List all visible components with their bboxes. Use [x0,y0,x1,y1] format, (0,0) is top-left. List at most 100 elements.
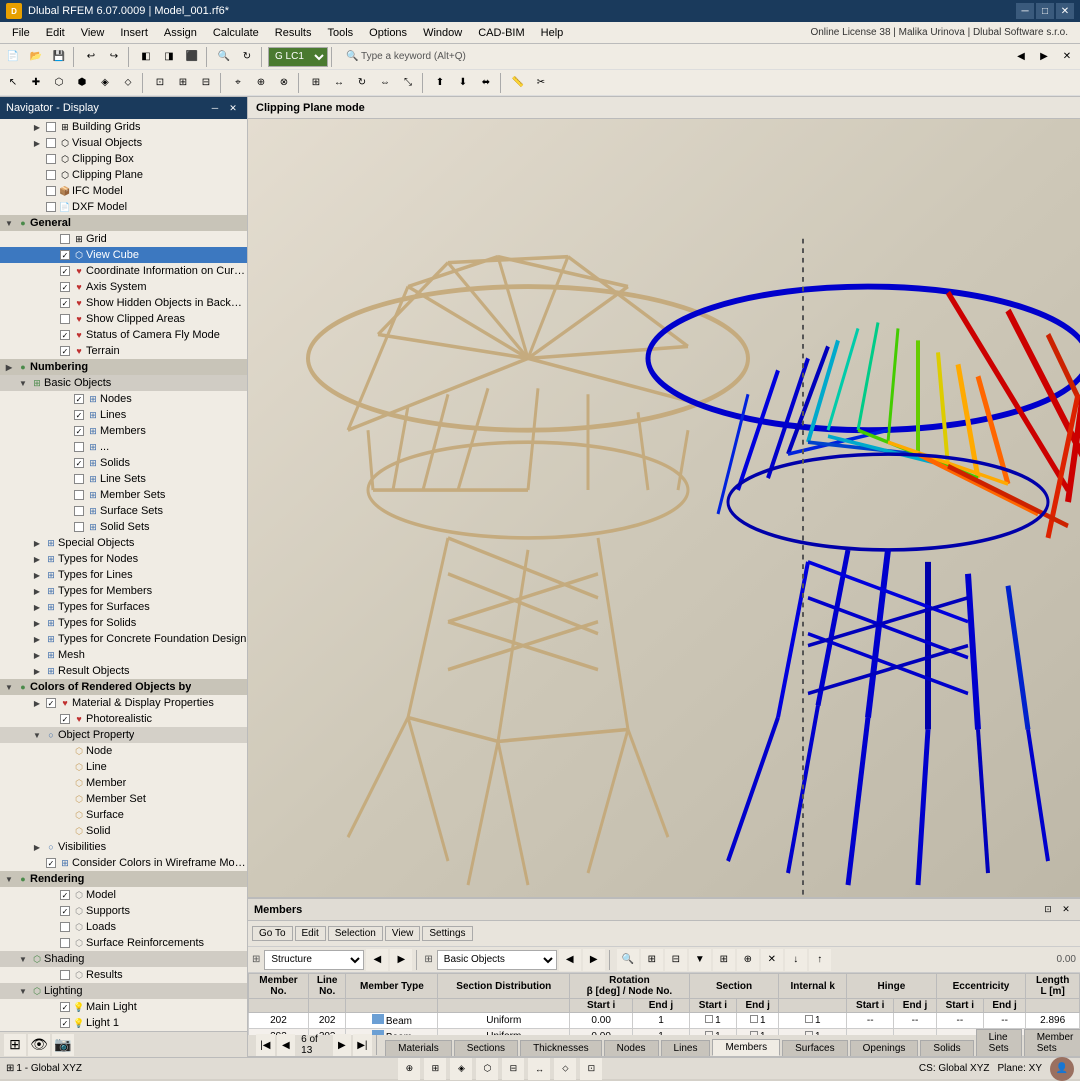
nav-section-colors[interactable]: ▼ ● Colors of Rendered Objects by [0,679,247,695]
tb-select-all[interactable]: ⊞ [641,949,663,971]
check-results-shading[interactable] [58,969,72,981]
status-snap-5[interactable]: ⊟ [502,1058,524,1080]
tb2-3[interactable]: ⬡ [48,72,70,94]
save-btn[interactable]: 💾 [48,46,70,68]
tab-thicknesses[interactable]: Thicknesses [520,1040,602,1056]
check-clipped-areas[interactable] [58,313,72,325]
3d-visualization[interactable] [248,119,1080,897]
check-camera-fly[interactable] [58,329,72,341]
nav-item-material-display[interactable]: ▶ ♥ Material & Display Properties [0,695,247,711]
check-loads[interactable] [58,921,72,933]
tb2-weld[interactable]: ⬇ [452,72,474,94]
tb2-1[interactable]: ↖ [2,72,24,94]
check-consider-colors[interactable] [44,857,58,869]
rotate-btn[interactable]: ↻ [236,46,258,68]
nav-section-general[interactable]: ▼ ● General [0,215,247,231]
tab-surfaces[interactable]: Surfaces [782,1040,847,1056]
status-snap-2[interactable]: ⊞ [424,1058,446,1080]
nav-item-line-sets[interactable]: ⊞ Line Sets [0,471,247,487]
undo-btn[interactable]: ↩ [80,46,102,68]
check-view-cube[interactable] [58,249,72,261]
filter-next[interactable]: ▶ [390,949,412,971]
nav-section-object-property[interactable]: ▼ ○ Object Property [0,727,247,743]
tb2-scale[interactable]: ⤡ [397,72,419,94]
tab-nodes[interactable]: Nodes [604,1040,659,1056]
tab-line-sets[interactable]: Line Sets [976,1029,1022,1056]
table-first[interactable]: |◀ [256,1034,275,1056]
nav-item-members[interactable]: ⊞ Members [0,423,247,439]
nav-item-types-members[interactable]: ▶ ⊞ Types for Members [0,583,247,599]
check-line-sets[interactable] [72,473,86,485]
check-visual-objects[interactable] [44,137,58,149]
check-surfaces[interactable] [72,441,86,453]
tb2-mirror[interactable]: ⇔ [374,72,396,94]
navigator-close[interactable]: ✕ [225,100,241,116]
nav-item-lines[interactable]: ⊞ Lines [0,407,247,423]
nav-item-types-concrete[interactable]: ▶ ⊞ Types for Concrete Foundation Design [0,631,247,647]
nav-item-visibilities[interactable]: ▶ ○ Visibilities [0,839,247,855]
menu-window[interactable]: Window [415,25,470,41]
check-member-sets[interactable] [72,489,86,501]
nav-section-basic-objects[interactable]: ▼ ⊞ Basic Objects [0,375,247,391]
tb2-copy[interactable]: ⊞ [305,72,327,94]
check-supports[interactable] [58,905,72,917]
nav-item-building-grids[interactable]: ▶ ⊞ Building Grids [0,119,247,135]
tb-copy[interactable]: ⊞ [713,949,735,971]
tb2-6[interactable]: ⬦ [117,72,139,94]
nav-item-axis-system[interactable]: ♥ Axis System [0,279,247,295]
nav-item-clipping-plane[interactable]: ⬡ Clipping Plane [0,167,247,183]
menu-view[interactable]: View [73,25,113,41]
lc-combo[interactable]: G LC1 [268,47,328,67]
nav-btn-2[interactable]: 👁 [28,1034,50,1056]
nav-item-member-sets[interactable]: ⊞ Member Sets [0,487,247,503]
navigator-minimize[interactable]: ─ [207,100,223,116]
nav-item-member[interactable]: ⬡ Member [0,775,247,791]
nav-item-grid[interactable]: ⊞ Grid [0,231,247,247]
nav-item-solid[interactable]: ⬡ Solid [0,823,247,839]
nav-item-camera-fly[interactable]: ♥ Status of Camera Fly Mode [0,327,247,343]
check-surface-reinforcements[interactable] [58,937,72,949]
zoom-btn[interactable]: 🔍 [213,46,235,68]
nav-item-consider-colors[interactable]: ⊞ Consider Colors in Wireframe Model [0,855,247,871]
view-btn-2[interactable]: ◨ [158,46,180,68]
nav-item-surface-sets[interactable]: ⊞ Surface Sets [0,503,247,519]
check-photorealistic[interactable] [58,713,72,725]
view-btn-1[interactable]: ◧ [135,46,157,68]
nav-item-result-objects[interactable]: ▶ ⊞ Result Objects [0,663,247,679]
status-snap-1[interactable]: ⊕ [398,1058,420,1080]
extra-btn-3[interactable]: ✕ [1056,46,1078,68]
nav-item-results-shading[interactable]: ⬡ Results [0,967,247,983]
tab-openings[interactable]: Openings [850,1040,919,1056]
tb2-10[interactable]: ⌖ [227,72,249,94]
redo-btn[interactable]: ↪ [103,46,125,68]
minimize-button[interactable]: ─ [1016,3,1034,19]
nav-item-mesh[interactable]: ▶ ⊞ Mesh [0,647,247,663]
check-building-grids[interactable] [44,121,58,133]
nav-item-types-surfaces[interactable]: ▶ ⊞ Types for Surfaces [0,599,247,615]
check-material-display[interactable] [44,697,58,709]
tb2-move[interactable]: ↔ [328,72,350,94]
tb-clear[interactable]: ⊟ [665,949,687,971]
menu-options[interactable]: Options [361,25,415,41]
check-surface-sets[interactable] [72,505,86,517]
tb-delete[interactable]: ✕ [761,949,783,971]
tab-members[interactable]: Members [712,1039,780,1056]
obj-filter-next[interactable]: ▶ [583,949,605,971]
edit-button[interactable]: Edit [295,926,326,941]
nav-section-rendering[interactable]: ▼ ● Rendering [0,871,247,887]
nav-item-ifc-model[interactable]: 📦 IFC Model [0,183,247,199]
check-grid[interactable] [58,233,72,245]
nav-item-member-set[interactable]: ⬡ Member Set [0,791,247,807]
nav-item-clipped-areas[interactable]: ♥ Show Clipped Areas [0,311,247,327]
nav-item-loads[interactable]: ⬡ Loads [0,919,247,935]
nav-item-types-solids[interactable]: ▶ ⊞ Types for Solids [0,615,247,631]
nav-item-hidden-bg[interactable]: ♥ Show Hidden Objects in Background [0,295,247,311]
tb2-12[interactable]: ⊗ [273,72,295,94]
extra-btn-1[interactable]: ◀ [1010,46,1032,68]
menu-cadbim[interactable]: CAD-BIM [470,25,532,41]
close-button[interactable]: ✕ [1056,3,1074,19]
nav-item-photorealistic[interactable]: ♥ Photorealistic [0,711,247,727]
menu-assign[interactable]: Assign [156,25,205,41]
tb2-8[interactable]: ⊞ [172,72,194,94]
nav-item-main-light[interactable]: 💡 Main Light [0,999,247,1015]
